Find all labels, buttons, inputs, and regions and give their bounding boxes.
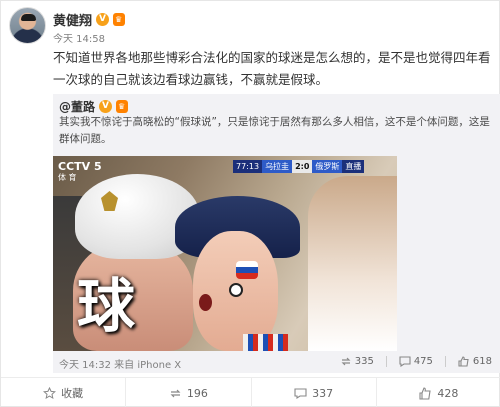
favorite-button[interactable]: 收藏 [1,378,127,407]
comment-icon [399,356,411,367]
comment-count: 337 [312,386,334,400]
repost-count: 196 [186,386,208,400]
repost-comment-count: 475 [413,356,433,367]
scoreboard: 77:13 乌拉圭 2:0 俄罗斯 直播 [233,160,365,173]
repost-comment-button[interactable]: 475 [399,356,433,367]
author-row: 黄健翔 V ♛ [53,10,126,29]
image-caption: 球 [77,272,136,340]
like-button[interactable]: 428 [377,378,500,407]
like-count: 428 [437,386,459,400]
vip-badge-icon: ♛ [113,13,126,26]
author-name[interactable]: 黄健翔 [53,10,92,29]
tv-channel-logo: CCTV 5 体 育 [58,160,102,182]
star-icon [43,386,57,399]
post-text: 不知道世界各地那些博彩合法化的国家的球迷是怎么想的，是不是也觉得四年看一次球的自… [53,50,491,87]
match-clock: 77:13 [233,160,263,173]
verified-badge-icon: V [99,100,113,113]
repost-repost-button[interactable]: 335 [340,356,374,367]
repost-text: 其实我不惊诧于高晓松的“假球说”，只是惊诧于居然有那么多人相信，这不是个体问题，… [59,116,490,145]
away-team: 俄罗斯 [312,160,343,173]
repost-image[interactable]: CCTV 5 体 育 77:13 乌拉圭 2:0 俄罗斯 直播 球 [53,156,397,351]
post-time[interactable]: 今天 14:58 [53,30,105,45]
repost-actions: 335 475 618 [340,356,492,367]
repost-box: @董路 V ♛ 其实我不惊诧于高晓松的“假球说”，只是惊诧于居然有那么多人相信，… [53,94,500,373]
verified-badge-icon: V [96,13,110,26]
repost-repost-count: 335 [354,356,374,367]
match-score: 2:0 [292,160,313,173]
live-label: 直播 [342,160,365,173]
repost-author[interactable]: @董路 [59,98,95,115]
repost-meta[interactable]: 今天 14:32 来自 iPhone X [59,356,181,371]
comment-button[interactable]: 337 [252,378,377,407]
comment-icon [294,387,307,399]
repost-icon [341,357,351,366]
face-paint-ball [229,283,243,297]
repost-like-count: 618 [472,356,492,367]
favorite-label: 收藏 [61,387,84,400]
thumbs-up-icon [419,386,432,400]
face-paint-flag [236,261,258,279]
vip-badge-icon: ♛ [116,100,129,113]
action-bar: 收藏 196 337 428 [1,377,500,407]
repost-button[interactable]: 196 [126,378,252,407]
weibo-post: 黄健翔 V ♛ 今天 14:58 不知道世界各地那些博彩合法化的国家的球迷是怎么… [0,0,500,407]
author-avatar[interactable] [9,7,46,44]
repost-author-row: @董路 V ♛ [59,98,129,115]
home-team: 乌拉圭 [262,160,293,173]
repost-like-button[interactable]: 618 [458,356,492,367]
repost-icon [170,389,181,397]
thumbs-up-icon [458,356,469,367]
